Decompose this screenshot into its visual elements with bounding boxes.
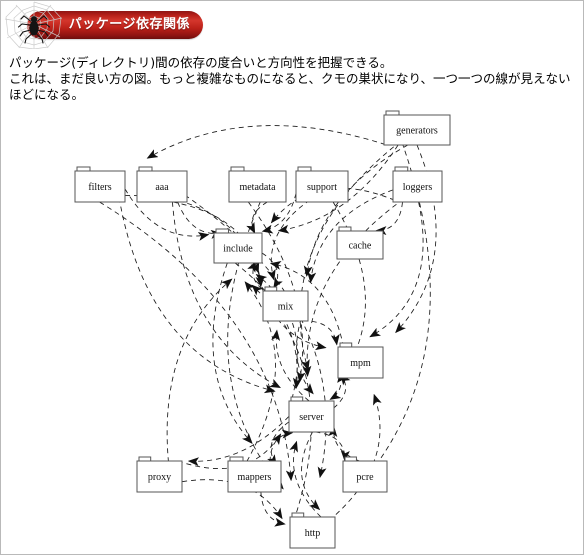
node-server[interactable]: server [288, 396, 335, 433]
node-label: pcre [356, 472, 374, 483]
node-label: loggers [403, 182, 433, 193]
package-dependency-diagram: generators filters aaa metadata support logge… [1, 109, 583, 554]
node-generators[interactable]: generators [383, 110, 451, 146]
edge-mix-to-mpm [302, 320, 340, 346]
edge-server-to-mappers [267, 421, 290, 466]
node-cache[interactable]: cache [336, 226, 384, 260]
page-container: パッケージ依存関係 パッケージ(ディレクトリ)間の依存の度合いと方向性を把握でき… [0, 0, 584, 555]
edge-loggers-to-cache [375, 201, 403, 236]
edge-server-to-proxy [187, 416, 290, 467]
node-include[interactable]: include [213, 228, 263, 264]
node-label: proxy [148, 472, 171, 483]
node-metadata[interactable]: metadata [228, 166, 287, 203]
node-label: cache [349, 241, 372, 252]
spiderweb-icon [4, 1, 63, 49]
diagram-canvas: generators filters aaa metadata support logge… [74, 110, 451, 549]
node-proxy[interactable]: proxy [136, 456, 183, 493]
intro-paragraph: パッケージ(ディレクトリ)間の依存の度合いと方向性を把握できる。 これは、まだ良… [9, 55, 571, 102]
node-http[interactable]: http [289, 512, 336, 549]
node-mappers[interactable]: mappers [227, 456, 282, 493]
node-label: server [299, 412, 324, 423]
edge-server-to-http [301, 431, 321, 511]
node-mix[interactable]: mix [262, 286, 309, 322]
node-label: mappers [238, 472, 272, 483]
edge-mappers-to-http [260, 491, 286, 527]
edge-filters-to-server [118, 197, 276, 394]
node-loggers[interactable]: loggers [392, 166, 443, 203]
page-header: パッケージ依存関係 [1, 1, 583, 49]
node-label: mix [278, 302, 294, 313]
node-label: http [305, 528, 321, 539]
node-label: support [307, 182, 337, 193]
edge-aaa-to-include [177, 201, 222, 239]
edge-include-to-mix [261, 252, 283, 289]
node-label: filters [88, 182, 111, 193]
node-label: mpm [350, 358, 371, 369]
node-support[interactable]: support [295, 166, 349, 203]
node-mpm[interactable]: mpm [337, 342, 384, 379]
node-filters[interactable]: filters [74, 166, 126, 203]
edge-pcre-to-server [328, 425, 360, 462]
edge-http-to-server [289, 440, 322, 518]
edge-server-to-pcre [315, 431, 350, 462]
edge-server-to-mix [271, 329, 310, 402]
node-label: aaa [155, 182, 169, 193]
node-pcre[interactable]: pcre [342, 456, 388, 493]
edge-generators-to-filters [146, 125, 386, 159]
edge-include-to-server [234, 262, 302, 390]
node-aaa[interactable]: aaa [136, 166, 188, 203]
node-label: include [223, 244, 253, 255]
node-label: generators [396, 126, 438, 137]
edge-loggers-to-mpm [369, 201, 424, 338]
edge-support-to-mix [266, 199, 311, 281]
node-label: metadata [239, 182, 276, 193]
node-layer: generators filters aaa metadata support logge… [74, 110, 451, 549]
